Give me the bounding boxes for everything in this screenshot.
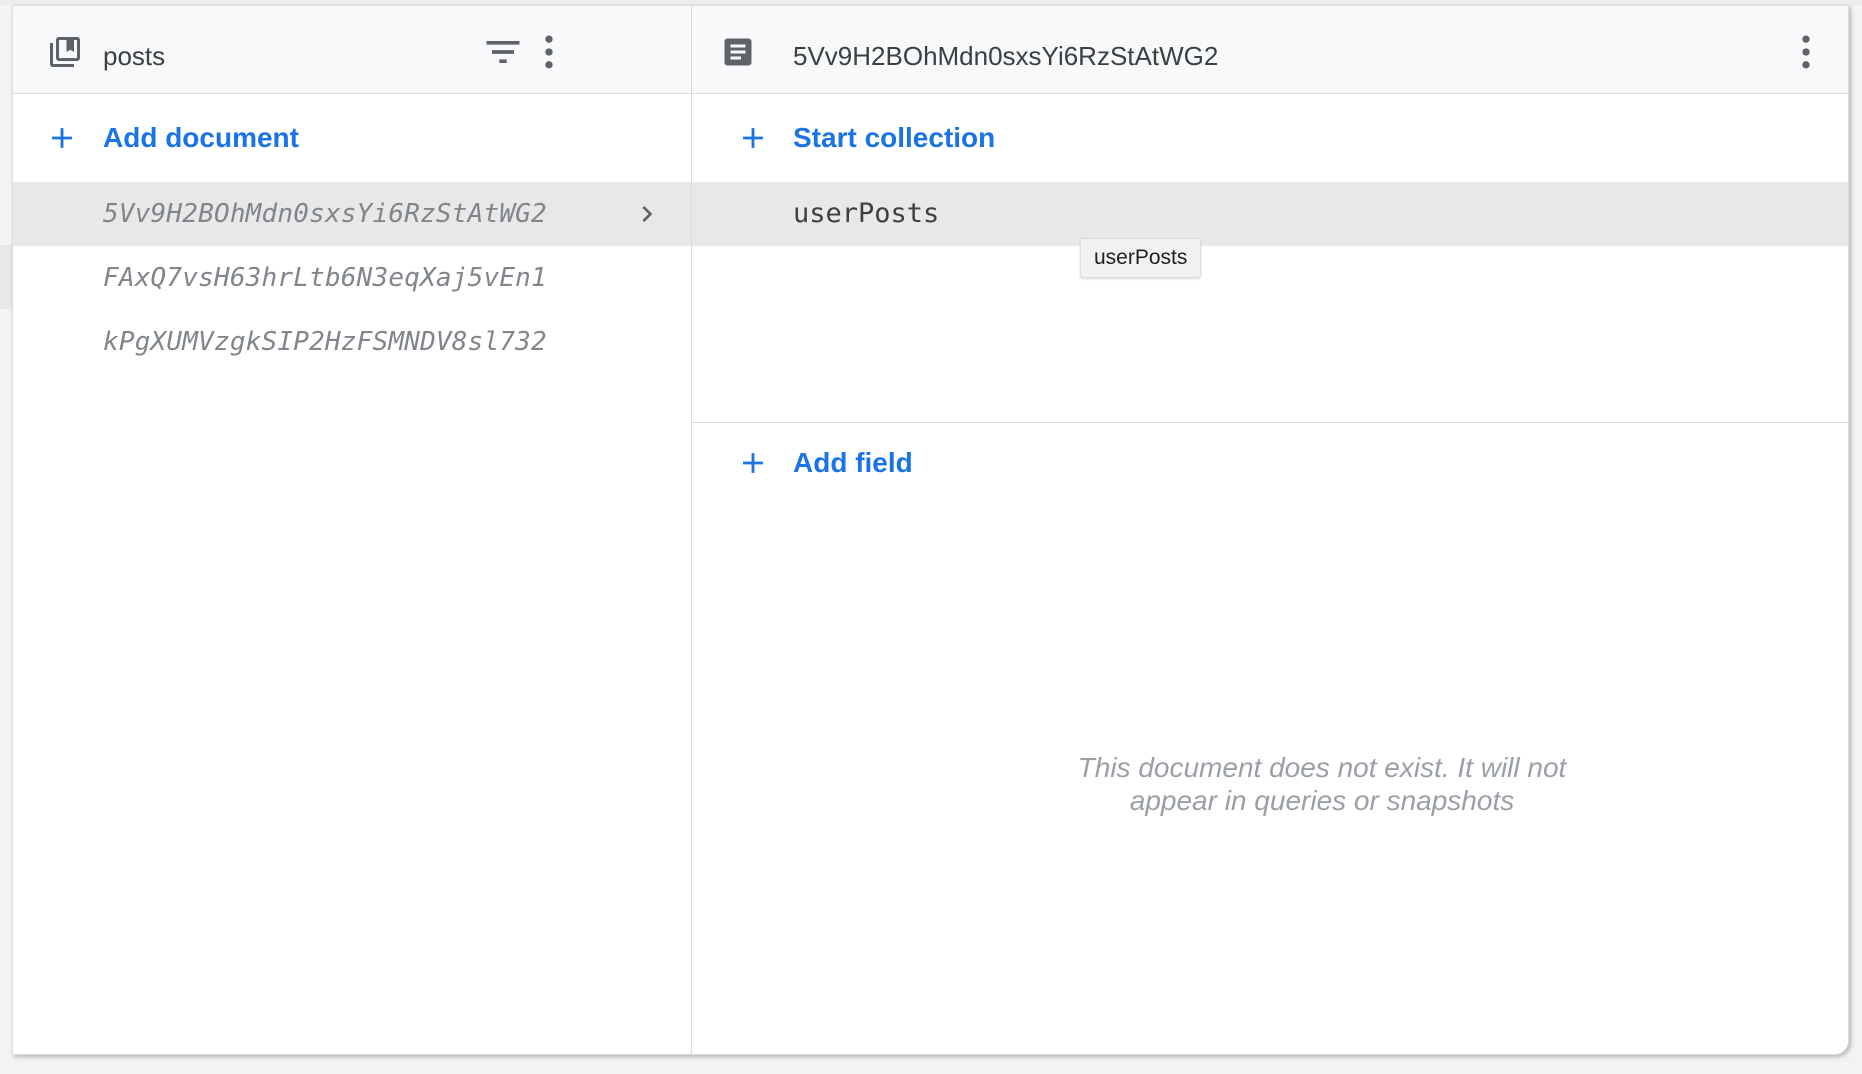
document-panel-header: 5Vv9H2BOhMdn0sxsYi6RzStAtWG2 — [692, 6, 1848, 94]
start-collection-label: Start collection — [793, 122, 996, 153]
more-vert-icon[interactable] — [527, 30, 571, 74]
collection-panel-header: posts — [13, 6, 691, 94]
collection-icon — [50, 37, 80, 67]
firestore-data-card: posts Add document 5Vv9H2BOhMdn0sxsYi6Rz… — [12, 5, 1849, 1055]
empty-message-line: appear in queries or snapshots — [1129, 785, 1515, 816]
plus-icon — [743, 453, 763, 473]
plus-icon — [52, 128, 72, 148]
chevron-right-icon — [642, 206, 653, 222]
add-field-button[interactable]: Add field — [692, 419, 1848, 507]
document-title: 5Vv9H2BOhMdn0sxsYi6RzStAtWG2 — [793, 41, 1219, 71]
document-id: 5Vv9H2BOhMdn0sxsYi6RzStAtWG2 — [103, 199, 547, 229]
left-edge-strip — [0, 245, 12, 309]
subcollection-tooltip: userPosts — [1080, 238, 1202, 278]
subcollection-name: userPosts — [793, 198, 940, 229]
document-id: kPgXUMVzgkSIP2HzFSMNDV8sl732 — [103, 327, 547, 357]
empty-message-line: This document does not exist. It will no… — [1077, 752, 1567, 783]
add-field-label: Add field — [793, 447, 913, 478]
empty-document-message: This document does not exist. It will no… — [942, 751, 1702, 817]
document-list-item[interactable]: FAxQ7vsH63hrLtb6N3eqXaj5vEn1 — [13, 246, 691, 310]
plus-icon — [743, 128, 763, 148]
add-document-label: Add document — [103, 122, 299, 153]
more-vert-icon[interactable] — [1784, 30, 1828, 74]
collection-panel: posts Add document 5Vv9H2BOhMdn0sxsYi6Rz… — [13, 6, 692, 1054]
document-list-item[interactable]: 5Vv9H2BOhMdn0sxsYi6RzStAtWG2 — [13, 182, 691, 246]
document-icon — [724, 38, 752, 66]
collection-title: posts — [103, 41, 166, 71]
add-document-button[interactable]: Add document — [13, 94, 691, 182]
start-collection-button[interactable]: Start collection — [692, 94, 1848, 182]
filter-icon[interactable] — [481, 30, 525, 74]
subcollection-item[interactable]: userPosts — [692, 182, 1848, 246]
document-id: FAxQ7vsH63hrLtb6N3eqXaj5vEn1 — [103, 263, 547, 293]
document-list-item[interactable]: kPgXUMVzgkSIP2HzFSMNDV8sl732 — [13, 310, 691, 374]
document-panel: 5Vv9H2BOhMdn0sxsYi6RzStAtWG2 Start colle… — [692, 6, 1848, 1054]
